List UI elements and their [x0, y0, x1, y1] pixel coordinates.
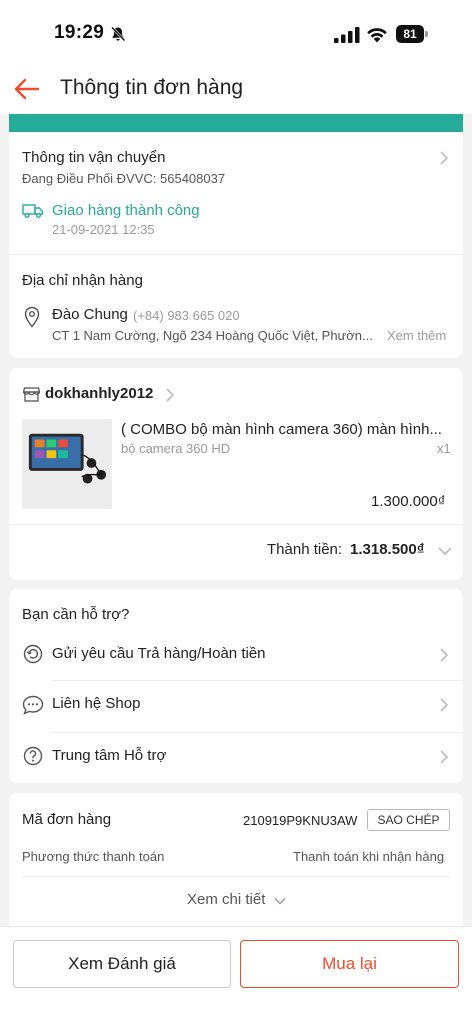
order-id-value: 210919P9KNU3AW	[243, 813, 358, 828]
chat-icon	[22, 695, 44, 715]
battery-indicator: 81	[396, 25, 428, 43]
shop-product-card: dokhanhly2012 ( COMBO bộ màn hình camera…	[9, 368, 463, 580]
support-item-return-refund[interactable]: Gửi yêu cầu Trả hàng/Hoàn tiền	[9, 633, 463, 679]
carrier-info: Đang Điều Phối ĐVVC: 565408037	[22, 171, 226, 186]
location-pin-icon	[24, 306, 40, 328]
cellular-signal-icon	[334, 27, 360, 43]
support-item-label: Trung tâm Hỗ trợ	[52, 747, 167, 764]
help-question-icon	[23, 746, 43, 766]
shop-name[interactable]: dokhanhly2012	[45, 385, 153, 402]
shop-icon	[23, 387, 40, 402]
view-details-button[interactable]: Xem chi tiết	[9, 885, 463, 915]
total-value: 1.318.500₫	[350, 541, 425, 558]
return-refund-icon	[23, 644, 43, 664]
view-review-button[interactable]: Xem Đánh giá	[13, 940, 231, 988]
product-price: 1.300.000₫	[371, 493, 446, 510]
delivery-status: Giao hàng thành công	[52, 202, 200, 219]
view-details-label: Xem chi tiết	[187, 891, 266, 908]
shipping-address-card: Thông tin vận chuyển Đang Điều Phối ĐVVC…	[9, 132, 463, 358]
product-image	[23, 420, 111, 508]
copy-button[interactable]: SAO CHÉP	[367, 809, 450, 831]
truck-icon	[22, 204, 44, 218]
chevron-right-icon[interactable]	[165, 388, 175, 402]
chevron-right-icon	[440, 648, 449, 662]
divider	[52, 732, 463, 733]
total-label: Thành tiền:	[267, 541, 343, 558]
divider	[22, 876, 450, 877]
recipient-phone: (+84) 983 665 020	[133, 308, 240, 323]
support-item-contact-shop[interactable]: Liên hệ Shop	[9, 683, 463, 729]
product-title[interactable]: ( COMBO bộ màn hình camera 360) màn hình…	[121, 421, 442, 438]
bell-off-icon	[111, 26, 126, 42]
app-header: Thông tin đơn hàng	[0, 64, 472, 114]
divider	[52, 680, 463, 681]
battery-cap	[425, 31, 428, 37]
chevron-right-icon	[440, 698, 449, 712]
chevron-right-icon[interactable]	[439, 151, 449, 165]
shipping-info-title[interactable]: Thông tin vận chuyển	[22, 149, 165, 166]
status-banner-strip	[9, 114, 463, 132]
order-info-card: Mã đơn hàng 210919P9KNU3AW SAO CHÉP Phươ…	[9, 793, 463, 926]
page-title: Thông tin đơn hàng	[60, 76, 244, 99]
product-thumbnail[interactable]	[22, 419, 112, 509]
delivery-time: 21-09-2021 12:35	[52, 222, 155, 237]
order-id-label: Mã đơn hàng	[22, 811, 112, 828]
back-arrow-icon[interactable]	[12, 74, 42, 104]
status-bar: 19:29 81	[0, 0, 472, 64]
buy-again-button[interactable]: Mua lại	[240, 940, 459, 988]
battery-level: 81	[403, 27, 417, 41]
payment-method-label: Phương thức thanh toán	[22, 849, 165, 864]
chevron-right-icon	[440, 750, 449, 764]
product-variant: bộ camera 360 HD	[121, 441, 231, 456]
support-item-help-center[interactable]: Trung tâm Hỗ trợ	[9, 735, 463, 781]
see-more-link[interactable]: Xem thêm	[387, 328, 446, 343]
recipient-name: Đào Chung	[52, 306, 128, 323]
divider	[9, 254, 463, 255]
address-line: CT 1 Nam Cường, Ngõ 234 Hoàng Quốc Việt,…	[52, 328, 373, 343]
payment-method-value: Thanh toán khi nhận hàng	[293, 849, 445, 864]
support-item-label: Liên hệ Shop	[52, 695, 141, 712]
address-title: Địa chỉ nhận hàng	[22, 272, 143, 289]
chevron-down-icon	[274, 898, 286, 905]
wifi-icon	[367, 28, 387, 43]
chevron-down-icon[interactable]	[438, 546, 452, 556]
product-quantity: x1	[437, 441, 451, 456]
support-title: Bạn cần hỗ trợ?	[22, 606, 130, 623]
status-time: 19:29	[54, 22, 105, 43]
divider	[9, 524, 463, 525]
support-item-label: Gửi yêu cầu Trả hàng/Hoàn tiền	[52, 645, 266, 662]
support-card: Bạn cần hỗ trợ? Gửi yêu cầu Trả hàng/Hoà…	[9, 589, 463, 783]
